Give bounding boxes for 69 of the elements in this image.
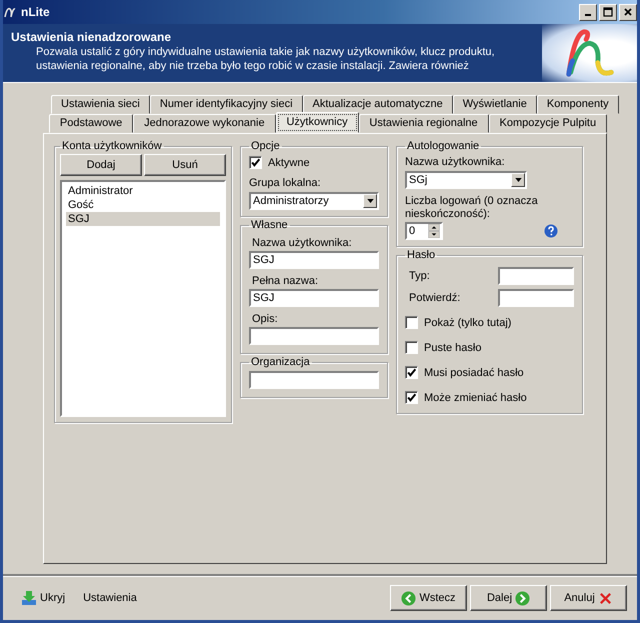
group-title: Autologowanie [406, 140, 480, 152]
checkbox-label: Pokaż (tylko tutaj) [424, 316, 512, 328]
list-item[interactable]: SGJ [66, 212, 220, 226]
download-icon [21, 590, 37, 606]
group-title: Organizacja [250, 356, 311, 368]
tab[interactable]: Podstawowe [49, 114, 134, 133]
tab[interactable]: Ustawienia sieci [51, 95, 150, 114]
input-field[interactable] [249, 371, 379, 389]
tab[interactable]: Wyświetlanie [452, 95, 537, 114]
nav-button[interactable]: Dalej [470, 585, 547, 611]
checkbox[interactable] [405, 391, 418, 404]
tab[interactable]: Jednorazowe wykonanie [133, 114, 276, 133]
checkbox-label: Puste hasło [424, 342, 482, 354]
header-title: Ustawienia nienadzorowane [11, 30, 172, 44]
tab[interactable]: Kompozycje Pulpitu [488, 114, 608, 133]
app-logo-icon [3, 5, 17, 19]
cancel-x-icon [598, 590, 613, 606]
window-title: nLite [21, 5, 51, 19]
minimize-icon [585, 14, 591, 16]
spinner-arrows-icon [427, 224, 441, 238]
nav-button[interactable]: Wstecz [390, 585, 467, 611]
close-icon [623, 7, 633, 17]
minimize-button[interactable] [579, 4, 597, 20]
maximize-button[interactable] [599, 4, 617, 20]
user-dropdown[interactable]: SGj [405, 171, 527, 189]
tab[interactable]: Komponenty [536, 95, 619, 114]
list-item[interactable]: Gość [66, 198, 220, 212]
dropdown-arrow-icon [366, 199, 374, 203]
close-button[interactable] [619, 4, 637, 20]
input-field[interactable] [498, 289, 574, 307]
help-icon[interactable] [544, 224, 558, 238]
checkbox[interactable] [249, 156, 262, 169]
field-label: Potwierdź: [409, 292, 460, 304]
group-title: Własne [250, 219, 289, 231]
checkbox[interactable] [405, 341, 418, 354]
field-label: Liczba logowań (0 oznacza nieskończoność): [405, 195, 539, 221]
group-title: Konta użytkowników [61, 140, 163, 152]
input-field[interactable]: SGJ [249, 289, 379, 307]
field-label: Grupa lokalna: [249, 177, 322, 190]
maximize-icon [603, 7, 613, 17]
field-label: Nazwa użytkownika: [405, 156, 506, 169]
footer-link[interactable]: Ustawienia [83, 590, 137, 606]
input-field[interactable] [498, 267, 574, 285]
checkbox-label: Musi posiadać hasło [424, 366, 524, 378]
dropdown-arrow-icon [514, 178, 522, 182]
field-label: Opis: [252, 313, 279, 326]
header-description: Pozwala ustalić z góry indywidualne ustawienia takie jak nazwy użytkowników, klucz produktu, ustawienia regionalne, aby nie trzeba było tego robić w czasie instalacji. Zawiera również [35, 45, 496, 73]
nav-button[interactable]: Anuluj [550, 585, 627, 611]
group-dropdown[interactable]: Administratorzy [249, 192, 379, 210]
field-label: Pełna nazwa: [252, 275, 320, 288]
footer-link[interactable]: Ukryj [21, 590, 66, 606]
account-button[interactable]: Dodaj [60, 154, 142, 176]
input-field[interactable] [249, 327, 379, 345]
tab[interactable]: Użytkownicy [276, 112, 358, 133]
tab[interactable]: Numer identyfikacyjny sieci [150, 95, 303, 114]
account-button[interactable]: Usuń [144, 154, 226, 176]
group-title: Opcje [250, 140, 281, 152]
count-spinner[interactable]: 0 [405, 222, 443, 240]
checkbox[interactable] [405, 366, 418, 379]
tab[interactable]: Aktualizacje automatyczne [302, 95, 453, 114]
field-label: Nazwa użytkownika: [252, 237, 353, 250]
tab[interactable]: Ustawienia regionalne [358, 114, 489, 133]
field-label: Typ: [409, 270, 430, 282]
checkbox-label: Może zmieniać hasło [424, 392, 527, 404]
checkbox[interactable] [405, 316, 418, 329]
group-title: Hasło [406, 249, 436, 261]
list-item[interactable]: Administrator [66, 184, 220, 198]
checkbox-label: Aktywne [268, 156, 310, 168]
input-field[interactable]: SGJ [249, 251, 379, 269]
